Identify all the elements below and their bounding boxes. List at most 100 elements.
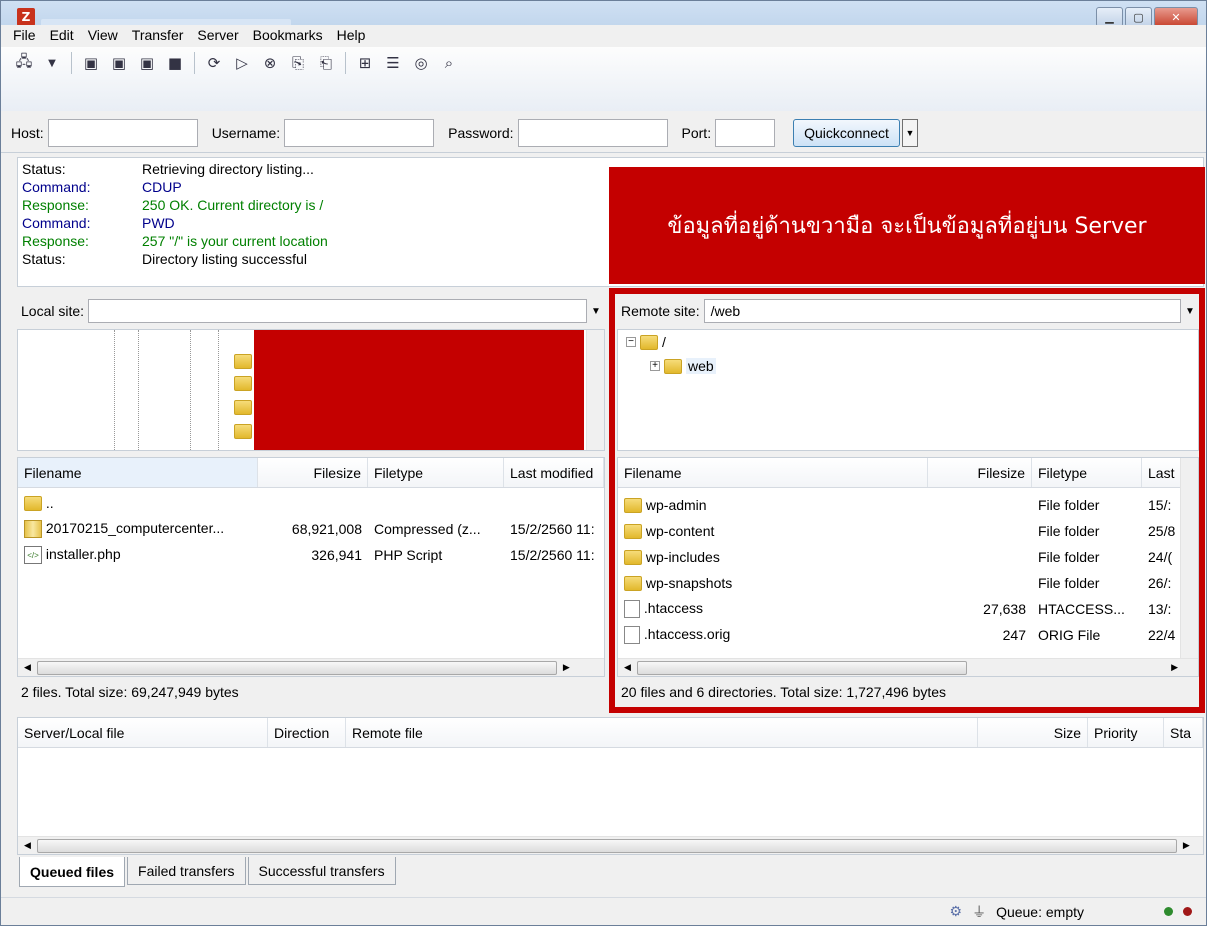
toggle-local-tree-icon[interactable]: ▣ bbox=[108, 52, 130, 74]
list-item[interactable]: wp-content File folder 25/8 bbox=[618, 518, 1182, 544]
file-icon bbox=[624, 626, 640, 645]
filezilla-window: Z ▁ ▢ ✕ File Edit View Transfer Server B… bbox=[0, 0, 1207, 926]
search-icon[interactable]: ⌕ bbox=[438, 52, 460, 74]
local-site-dropdown-icon[interactable]: ▼ bbox=[587, 299, 605, 323]
col-filetype[interactable]: Filetype bbox=[1032, 458, 1142, 487]
activity-led-red-icon bbox=[1183, 907, 1192, 916]
expand-icon[interactable]: + bbox=[650, 361, 660, 371]
reconnect-icon[interactable]: ⎗ bbox=[315, 52, 337, 74]
col-size[interactable]: Size bbox=[978, 718, 1088, 747]
folder-icon bbox=[624, 550, 642, 566]
host-input[interactable] bbox=[47, 118, 198, 147]
port-input[interactable] bbox=[715, 118, 776, 147]
site-manager-dropdown-icon[interactable]: ▼ bbox=[41, 52, 63, 74]
file-icon bbox=[624, 600, 640, 619]
menu-transfer[interactable]: Transfer bbox=[132, 27, 184, 43]
menu-help[interactable]: Help bbox=[337, 27, 366, 43]
username-label: Username: bbox=[211, 124, 281, 141]
tree-node-root[interactable]: − / bbox=[626, 334, 666, 350]
remote-list-vscrollbar[interactable] bbox=[1180, 458, 1198, 658]
local-tree[interactable] bbox=[17, 329, 605, 451]
username-input[interactable] bbox=[284, 118, 435, 147]
list-item[interactable]: wp-snapshots File folder 26/: bbox=[618, 570, 1182, 596]
process-queue-icon[interactable]: ▷ bbox=[231, 52, 253, 74]
col-filename[interactable]: Filename bbox=[618, 458, 928, 487]
toolbar: 🖧 ▼ ▣ ▣ ▣ ■ ⟳ ▷ ⊗ ⎘ ⎗ ⊞ ☰ ◎ ⌕ bbox=[1, 47, 1206, 111]
folder-icon bbox=[234, 400, 252, 415]
col-remote-file[interactable]: Remote file bbox=[346, 718, 978, 747]
toolbar-separator bbox=[345, 52, 346, 74]
col-lastmodified[interactable]: Last bbox=[1142, 458, 1182, 487]
remote-tree[interactable]: − / + web bbox=[617, 329, 1199, 451]
port-label: Port: bbox=[681, 124, 712, 141]
close-button[interactable]: ✕ bbox=[1154, 7, 1198, 27]
folder-icon bbox=[624, 524, 642, 540]
folder-icon bbox=[640, 334, 658, 350]
activity-led-green-icon bbox=[1164, 907, 1173, 916]
list-item[interactable]: .. bbox=[18, 490, 604, 516]
toolbar-separator bbox=[194, 52, 195, 74]
col-server-local-file[interactable]: Server/Local file bbox=[18, 718, 268, 747]
queue-hscrollbar[interactable]: ◀ ▶ bbox=[18, 836, 1203, 854]
local-site-path-redacted[interactable] bbox=[88, 299, 587, 323]
toggle-queue-icon[interactable]: ■ bbox=[164, 52, 186, 74]
directory-comparison-icon[interactable]: ⊞ bbox=[354, 52, 376, 74]
menu-bookmarks[interactable]: Bookmarks bbox=[253, 27, 323, 43]
folder-icon bbox=[234, 354, 252, 369]
list-item[interactable]: wp-includes File folder 24/( bbox=[618, 544, 1182, 570]
menu-bar: File Edit View Transfer Server Bookmarks… bbox=[1, 25, 1206, 45]
local-list-hscrollbar[interactable]: ◀ ▶ bbox=[18, 658, 604, 676]
menu-view[interactable]: View bbox=[88, 27, 118, 43]
tree-node-web[interactable]: + web bbox=[650, 358, 716, 374]
collapse-icon[interactable]: − bbox=[626, 337, 636, 347]
col-filesize[interactable]: Filesize bbox=[258, 458, 368, 487]
local-list-header: Filename Filesize Filetype Last modified bbox=[18, 458, 604, 488]
list-item[interactable]: wp-admin File folder 15/: bbox=[618, 492, 1182, 518]
filter-icon[interactable]: ☰ bbox=[382, 52, 404, 74]
col-priority[interactable]: Priority bbox=[1088, 718, 1164, 747]
refresh-icon[interactable]: ⟳ bbox=[203, 52, 225, 74]
site-manager-icon[interactable]: 🖧 bbox=[13, 52, 35, 74]
local-tree-scrollbar[interactable] bbox=[586, 330, 604, 450]
col-filename[interactable]: Filename bbox=[18, 458, 258, 487]
menu-file[interactable]: File bbox=[13, 27, 36, 43]
php-file-icon: </> bbox=[24, 546, 42, 565]
quickconnect-button[interactable]: Quickconnect bbox=[793, 118, 900, 147]
disconnect-icon[interactable]: ⎘ bbox=[287, 52, 309, 74]
remote-site-path[interactable]: /web bbox=[703, 299, 1181, 323]
folder-icon bbox=[624, 498, 642, 514]
quickconnect-dropdown-icon[interactable]: ▼ bbox=[901, 118, 918, 147]
tab-successful-transfers[interactable]: Successful transfers bbox=[247, 857, 396, 885]
folder-icon bbox=[624, 576, 642, 592]
col-status[interactable]: Sta bbox=[1164, 718, 1203, 747]
folder-icon bbox=[664, 358, 682, 374]
remote-site-dropdown-icon[interactable]: ▼ bbox=[1181, 299, 1199, 323]
folder-icon bbox=[24, 496, 42, 512]
col-lastmodified[interactable]: Last modified bbox=[504, 458, 604, 487]
col-filetype[interactable]: Filetype bbox=[368, 458, 504, 487]
quickconnect-bar: Host: Username: Password: Port: Quickcon… bbox=[1, 113, 1206, 153]
menu-server[interactable]: Server bbox=[197, 27, 238, 43]
list-item[interactable]: .htaccess.orig 247 ORIG File 22/4 bbox=[618, 622, 1182, 648]
list-item[interactable]: 20170215_computercenter... 68,921,008 Co… bbox=[18, 516, 604, 542]
tab-queued-files[interactable]: Queued files bbox=[19, 857, 126, 887]
toggle-message-log-icon[interactable]: ▣ bbox=[80, 52, 102, 74]
maximize-button[interactable]: ▢ bbox=[1125, 7, 1152, 27]
minimize-button[interactable]: ▁ bbox=[1096, 7, 1123, 27]
local-site-label: Local site: bbox=[21, 303, 85, 319]
tab-failed-transfers[interactable]: Failed transfers bbox=[127, 857, 246, 885]
toggle-remote-tree-icon[interactable]: ▣ bbox=[136, 52, 158, 74]
status-bar: ⚙ ⏚ Queue: empty bbox=[1, 897, 1206, 925]
list-item[interactable]: </> installer.php 326,941 PHP Script 15/… bbox=[18, 542, 604, 568]
col-filesize[interactable]: Filesize bbox=[928, 458, 1032, 487]
menu-edit[interactable]: Edit bbox=[50, 27, 74, 43]
zip-file-icon bbox=[24, 520, 42, 539]
cancel-operation-icon[interactable]: ⊗ bbox=[259, 52, 281, 74]
speed-limit-icon[interactable]: ⏚ bbox=[972, 902, 986, 922]
queue-tabs: Queued files Failed transfers Successful… bbox=[19, 857, 398, 887]
remote-list-hscrollbar[interactable]: ◀ ▶ bbox=[618, 658, 1198, 676]
col-direction[interactable]: Direction bbox=[268, 718, 346, 747]
sync-browsing-icon[interactable]: ◎ bbox=[410, 52, 432, 74]
list-item[interactable]: .htaccess 27,638 HTACCESS... 13/: bbox=[618, 596, 1182, 622]
password-input[interactable] bbox=[517, 118, 668, 147]
